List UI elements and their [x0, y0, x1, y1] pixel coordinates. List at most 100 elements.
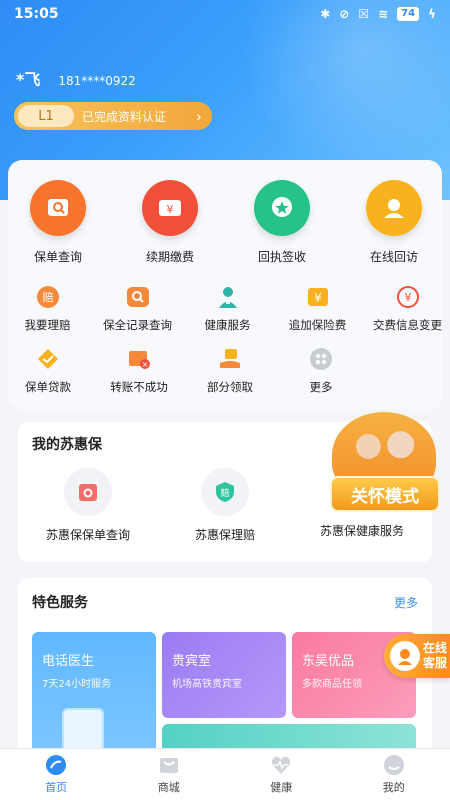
online-line1: 在线 — [423, 641, 448, 655]
loan-icon — [35, 346, 61, 372]
svg-text:赔: 赔 — [42, 290, 53, 304]
service-more[interactable]: 更多 — [278, 346, 364, 408]
service-label: 保单查询 — [33, 250, 82, 264]
charging-icon: ϟ — [428, 7, 436, 21]
tile-subtitle: 机场高铁贵宾室 — [172, 679, 242, 690]
featured-services-card: 特色服务 更多 电话医生 7天24小时服务 贵宾室 机场高铁贵宾室 东吴优品 多… — [18, 578, 432, 768]
service-transfer-failed[interactable]: × 转账不成功 — [96, 346, 182, 408]
close-box-icon: ☒ — [358, 7, 370, 21]
service-label: 苏惠保健康服务 — [319, 524, 404, 538]
huibao-title: 我的苏惠保 — [32, 437, 102, 453]
transfer-fail-icon: × — [126, 346, 152, 372]
claim-shield-icon: 赔 — [201, 468, 249, 516]
home-logo-icon — [45, 754, 67, 776]
doctor-icon — [215, 284, 241, 310]
service-label: 保全记录查询 — [103, 318, 172, 332]
service-label: 追加保险费 — [288, 318, 347, 332]
huibao-health-service[interactable]: 苏惠保健康服务 — [292, 512, 432, 539]
service-online-revisit[interactable]: 在线回访 — [340, 180, 448, 265]
service-receipt-sign[interactable]: 回执签收 — [228, 180, 336, 265]
bluetooth-icon: ✱ — [320, 7, 331, 21]
tab-home[interactable]: 首页 — [0, 749, 113, 800]
level-badge: L1 — [18, 105, 74, 127]
care-mode-entry[interactable]: 关怀模式 — [330, 412, 442, 512]
wifi-icon: ≋ — [378, 7, 389, 21]
record-search-icon — [125, 284, 151, 310]
hand-yen-icon — [217, 346, 243, 372]
service-add-premium[interactable]: ¥ 追加保险费 — [275, 284, 360, 346]
user-icon — [383, 754, 405, 776]
tile-vip-lounge[interactable]: 贵宾室 机场高铁贵宾室 — [162, 632, 286, 718]
service-label: 部分领取 — [207, 380, 253, 394]
status-bar: 15:05 ✱ ⊘ ☒ ≋ 74 ϟ — [0, 0, 450, 28]
tab-label: 我的 — [382, 781, 405, 794]
huibao-policy-query[interactable]: 苏惠保保单查询 — [18, 468, 158, 543]
service-label: 保单贷款 — [25, 380, 71, 394]
user-info[interactable]: *飞 181****0922 — [16, 66, 136, 90]
tile-subtitle: 多款商品任领 — [302, 679, 362, 690]
svg-text:¥: ¥ — [167, 203, 174, 216]
yen-card-icon: ¥ — [142, 180, 198, 236]
mall-icon — [158, 754, 180, 776]
service-label: 转账不成功 — [110, 380, 168, 394]
tile-phone-doctor[interactable]: 电话医生 7天24小时服务 — [32, 632, 156, 768]
service-label: 续期缴费 — [145, 250, 194, 264]
battery-icon: 74 — [397, 7, 420, 21]
secondary-row-2: 保单贷款 × 转账不成功 部分领取 更多 — [0, 346, 450, 408]
tab-label: 商城 — [157, 781, 180, 794]
add-yen-icon: ¥ — [305, 284, 331, 310]
featured-title: 特色服务 — [32, 595, 88, 611]
verification-banner[interactable]: L1 已完成资料认证 › — [14, 102, 212, 130]
calendar-search-icon — [64, 468, 112, 516]
service-claim[interactable]: 赔 我要理赔 — [5, 284, 90, 346]
verification-text: 已完成资料认证 — [82, 109, 167, 124]
search-doc-icon — [30, 180, 86, 236]
yen-refresh-icon: ¥ — [395, 284, 421, 310]
tab-mine[interactable]: 我的 — [338, 749, 450, 800]
service-label: 交费信息变更 — [373, 318, 442, 332]
service-health[interactable]: 健康服务 — [185, 284, 270, 346]
secondary-services-grid: 赔 我要理赔 保全记录查询 健康服务 ¥ 追加保险费 ¥ 交费信息变更 保单贷款… — [0, 284, 450, 408]
huibao-claim[interactable]: 赔 苏惠保理赔 — [155, 468, 295, 543]
svg-text:¥: ¥ — [314, 291, 322, 305]
tab-health[interactable]: 健康 — [225, 749, 338, 800]
claim-icon: 赔 — [35, 284, 61, 310]
status-time: 15:05 — [14, 6, 59, 22]
tile-title: 贵宾室 — [172, 654, 212, 669]
service-label: 苏惠保保单查询 — [45, 528, 130, 542]
service-renewal-payment[interactable]: ¥ 续期缴费 — [116, 180, 224, 265]
agent-avatar-icon — [390, 641, 420, 671]
service-label: 更多 — [309, 380, 333, 394]
pen-sign-icon — [254, 180, 310, 236]
featured-more-link[interactable]: 更多 — [394, 594, 418, 611]
service-label: 我要理赔 — [24, 318, 71, 332]
service-label: 健康服务 — [204, 318, 251, 332]
chevron-right-icon: › — [195, 106, 202, 126]
tab-mall[interactable]: 商城 — [113, 749, 226, 800]
online-line2: 客服 — [423, 656, 448, 670]
svg-text:¥: ¥ — [404, 291, 411, 304]
heart-pulse-icon — [270, 754, 292, 776]
service-label: 在线回访 — [369, 250, 418, 264]
service-policy-query[interactable]: 保单查询 — [4, 180, 112, 265]
bottom-tab-bar: 首页 商城 健康 我的 — [0, 748, 450, 800]
tab-label: 首页 — [45, 781, 68, 794]
online-service-button[interactable]: 在线 客服 — [384, 634, 450, 678]
mute-icon: ⊘ — [339, 7, 350, 21]
online-service-text: 在线 客服 — [423, 641, 447, 671]
tile-title: 电话医生 — [42, 654, 95, 669]
service-label: 回执签收 — [257, 250, 306, 264]
service-payment-change[interactable]: ¥ 交费信息变更 — [365, 284, 450, 346]
tile-subtitle: 7天24小时服务 — [42, 679, 112, 690]
service-policy-loan[interactable]: 保单贷款 — [5, 346, 91, 408]
more-grid-icon — [308, 346, 334, 372]
service-label: 苏惠保理赔 — [194, 528, 255, 542]
service-partial-withdraw[interactable]: 部分领取 — [187, 346, 273, 408]
service-record-query[interactable]: 保全记录查询 — [95, 284, 180, 346]
headset-user-icon — [366, 180, 422, 236]
status-icons: ✱ ⊘ ☒ ≋ 74 ϟ — [320, 7, 436, 21]
claim-glyph: 赔 — [220, 487, 229, 499]
user-name: *飞 — [16, 70, 41, 89]
secondary-row-1: 赔 我要理赔 保全记录查询 健康服务 ¥ 追加保险费 ¥ 交费信息变更 — [0, 284, 450, 346]
tab-label: 健康 — [270, 781, 293, 794]
